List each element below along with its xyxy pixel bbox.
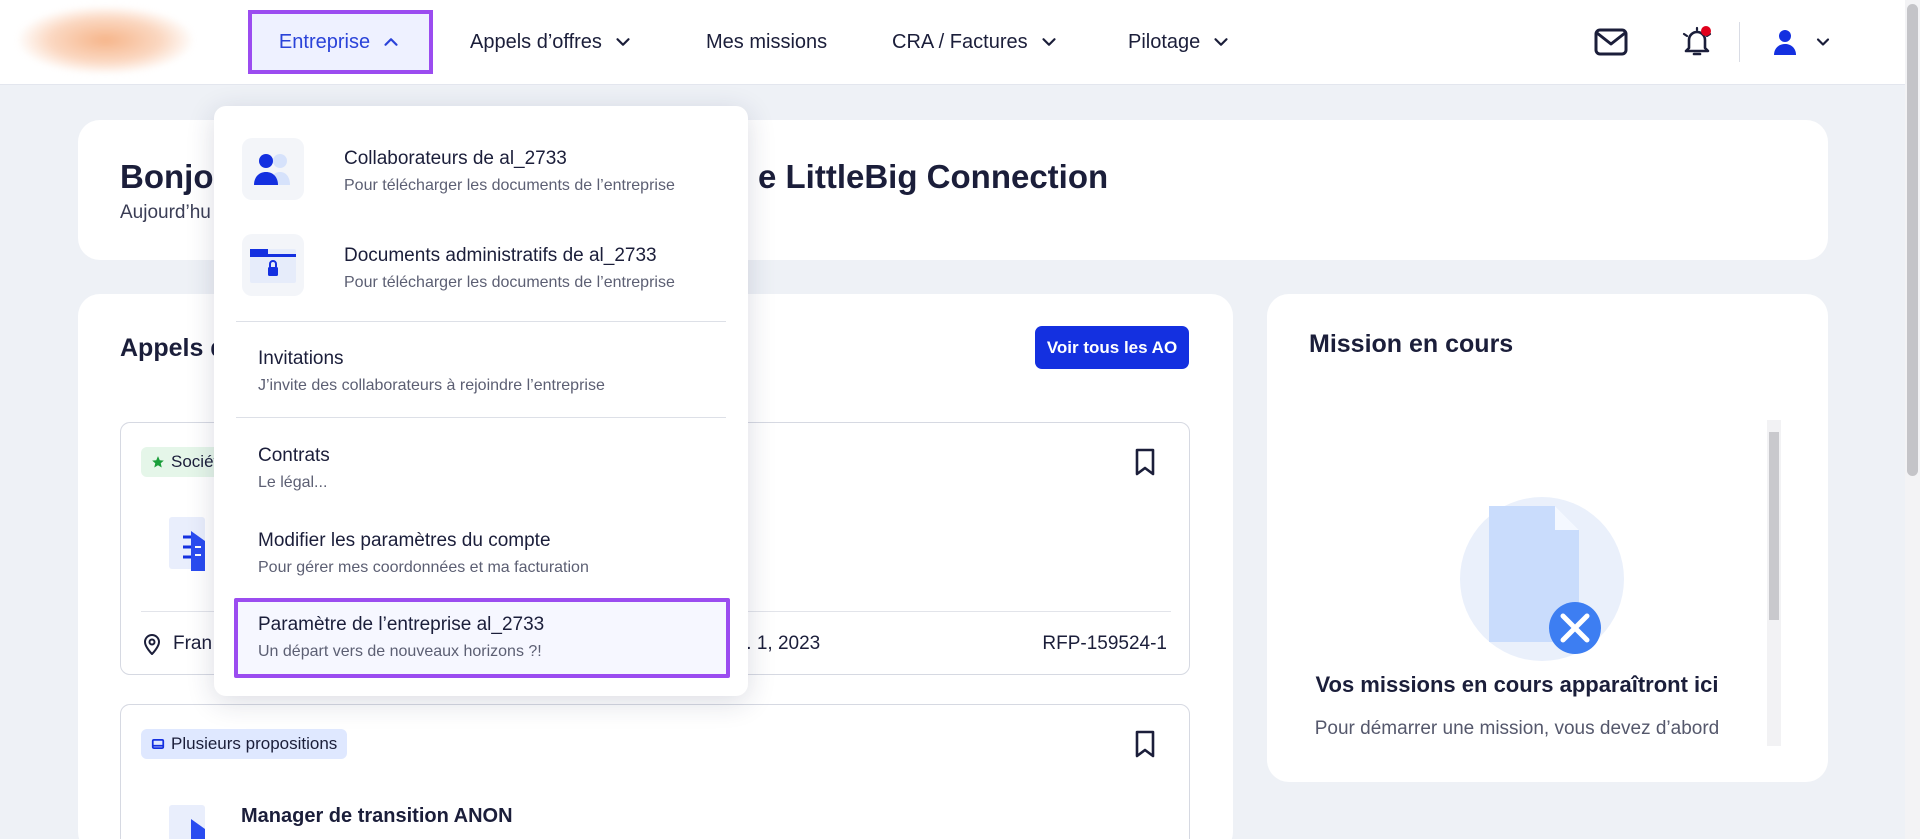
nav-entreprise[interactable]: Entreprise xyxy=(248,10,433,74)
tender-reference: RFP-159524-1 xyxy=(1042,633,1167,654)
tenders-title: Appels d xyxy=(120,334,226,362)
header-divider xyxy=(1739,22,1740,62)
entreprise-dropdown-menu: Collaborateurs de al_2733 Pour télécharg… xyxy=(214,106,748,696)
chevron-down-icon xyxy=(1042,38,1056,46)
nav-entreprise-label: Entreprise xyxy=(278,30,371,53)
bookmark-icon[interactable] xyxy=(1133,448,1157,476)
menu-item-documents-administratifs[interactable]: Documents administratifs de al_2733 Pour… xyxy=(344,245,842,292)
empty-state-title: Vos missions en cours apparaîtront ici xyxy=(1315,672,1719,697)
nav-pilotage-label: Pilotage xyxy=(1128,30,1201,53)
menu-item-title: Paramètre de l’entreprise al_2733 xyxy=(258,614,545,635)
top-navigation-bar: Entreprise Appels d’offres Mes missions … xyxy=(0,0,1905,85)
menu-item-title: Contrats xyxy=(258,445,330,466)
mission-scrollbar-thumb[interactable] xyxy=(1769,432,1779,620)
page-scrollbar-thumb[interactable] xyxy=(1907,4,1918,476)
locked-folder-icon xyxy=(250,249,296,283)
tender-location: Fran xyxy=(143,633,212,655)
notifications-button[interactable] xyxy=(1675,20,1719,64)
location-pin-icon xyxy=(143,634,161,655)
chevron-down-icon xyxy=(1816,38,1830,46)
menu-divider xyxy=(236,417,726,418)
user-avatar-icon xyxy=(1774,30,1796,55)
menu-item-contrats[interactable]: Contrats Le légal... xyxy=(258,445,756,492)
chevron-up-icon xyxy=(384,38,398,46)
empty-missions-illustration-icon xyxy=(1460,497,1624,661)
menu-item-collaborateurs[interactable]: Collaborateurs de al_2733 Pour télécharg… xyxy=(344,148,842,195)
star-icon xyxy=(152,456,164,468)
tender-item[interactable]: Plusieurs propositions Manager de transi… xyxy=(120,704,1190,839)
status-badge-label: Sociét xyxy=(171,452,219,471)
menu-item-title: Documents administratifs de al_2733 xyxy=(344,245,657,266)
menu-item-subtitle: Pour gérer mes coordonnées et ma factura… xyxy=(258,559,589,576)
status-badge: Plusieurs propositions xyxy=(141,729,348,759)
menu-item-subtitle: Le légal... xyxy=(258,474,328,491)
view-all-tenders-button[interactable]: Voir tous les AO xyxy=(1035,326,1189,369)
messages-button[interactable] xyxy=(1589,20,1633,64)
menu-item-title: Collaborateurs de al_2733 xyxy=(344,148,567,169)
mission-title: Mission en cours xyxy=(1309,330,1514,358)
document-illustration-icon xyxy=(169,517,205,571)
menu-item-subtitle: J’invite des collaborateurs à rejoindre … xyxy=(258,377,605,394)
menu-item-subtitle: Pour télécharger les documents de l’entr… xyxy=(344,177,675,194)
proposals-icon xyxy=(151,739,165,749)
current-mission-card: Mission en cours Vos missions en cours a… xyxy=(1267,294,1828,782)
menu-item-title: Modifier les paramètres du compte xyxy=(258,530,551,551)
empty-state-subtitle: Pour démarrer une mission, vous devez d’… xyxy=(1314,718,1720,739)
mail-icon xyxy=(1594,28,1628,56)
documents-icon-box xyxy=(242,234,304,296)
tender-location-text: Fran xyxy=(173,633,213,654)
chevron-down-icon xyxy=(1214,38,1228,46)
nav-pilotage[interactable]: Pilotage xyxy=(1128,10,1232,74)
document-illustration-icon xyxy=(169,805,205,839)
users-icon xyxy=(254,154,290,185)
status-badge-label: Plusieurs propositions xyxy=(171,734,338,753)
nav-mes-missions-label: Mes missions xyxy=(706,30,828,53)
tender-date: r. 1, 2023 xyxy=(741,633,821,654)
chevron-down-icon xyxy=(616,38,630,46)
bookmark-icon[interactable] xyxy=(1133,730,1157,758)
user-menu-button[interactable] xyxy=(1773,20,1853,64)
mission-scrollbar[interactable] xyxy=(1767,420,1781,746)
collaborators-icon-box xyxy=(242,138,304,200)
nav-appels-offres-label: Appels d’offres xyxy=(470,30,602,53)
nav-cra-factures[interactable]: CRA / Factures xyxy=(892,10,1060,74)
greeting-subtitle: Aujourd’hu xyxy=(120,202,211,223)
menu-item-invitations[interactable]: Invitations J’invite des collaborateurs … xyxy=(258,348,756,395)
nav-mes-missions[interactable]: Mes missions xyxy=(706,10,827,74)
menu-item-title: Invitations xyxy=(258,348,344,369)
nav-cra-factures-label: CRA / Factures xyxy=(892,30,1028,53)
menu-item-subtitle: Pour télécharger les documents de l’entr… xyxy=(344,274,675,291)
company-logo[interactable] xyxy=(18,6,193,74)
menu-item-subtitle: Un départ vers de nouveaux horizons ?! xyxy=(258,643,542,660)
menu-divider xyxy=(236,321,726,322)
menu-item-parametres-compte[interactable]: Modifier les paramètres du compte Pour g… xyxy=(258,530,756,577)
nav-appels-offres[interactable]: Appels d’offres xyxy=(470,10,634,74)
menu-item-parametre-entreprise[interactable]: Paramètre de l’entreprise al_2733 Un dép… xyxy=(234,598,730,678)
bell-icon xyxy=(1682,26,1712,56)
tender-title: Manager de transition ANON xyxy=(241,805,513,827)
